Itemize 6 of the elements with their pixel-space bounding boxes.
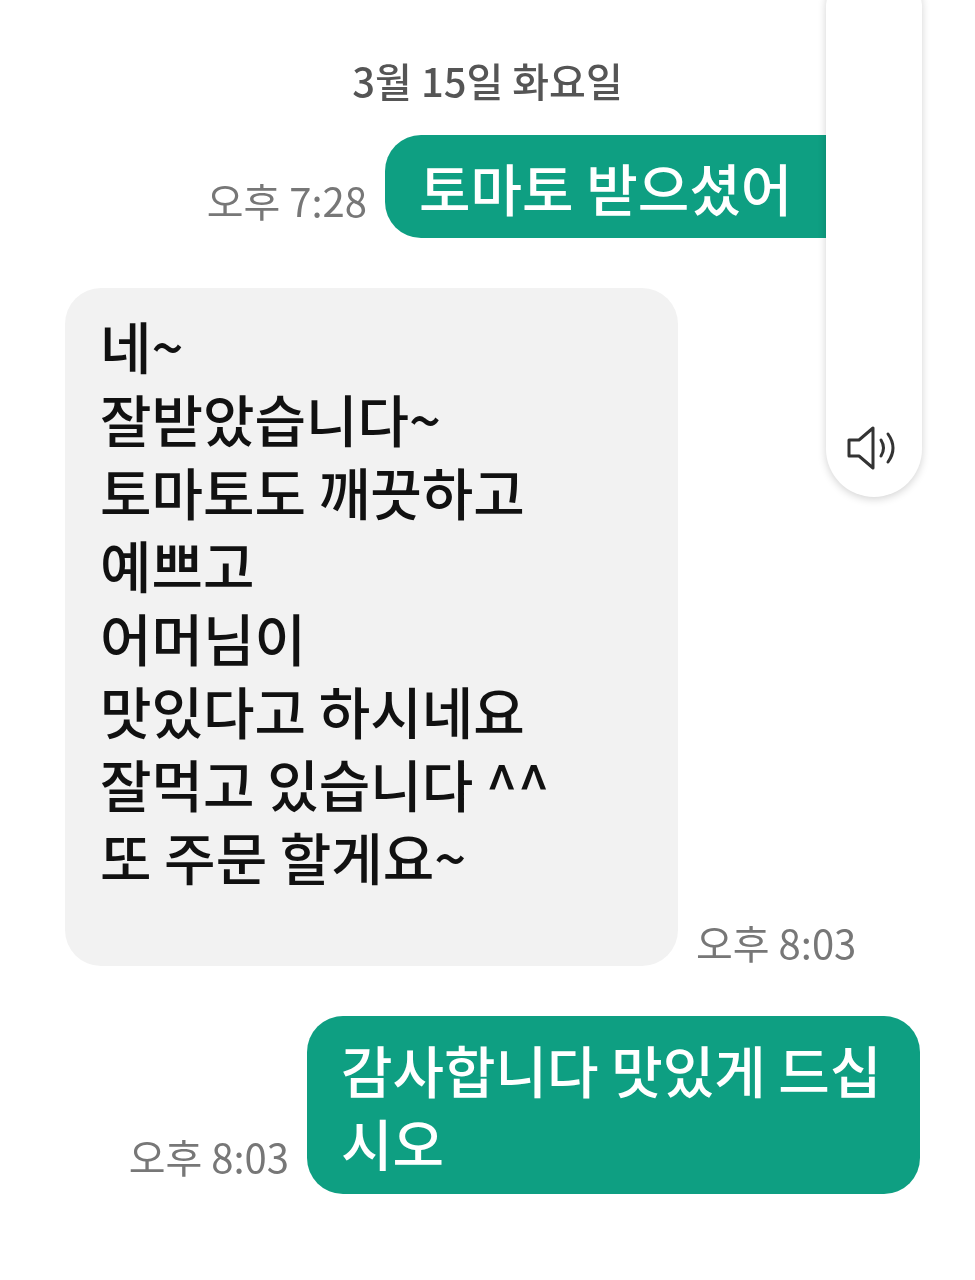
received-message: 네~ 잘받았습니다~ 토마토도 깨끗하고 예쁘고 어머님이 맛있다고 하시네요 잘먹고 있습니다 ^^ 또 주문 할게요~ xyxy=(65,288,678,966)
message-time: 오후 7:28 xyxy=(206,178,367,222)
message-time: 오후 8:03 xyxy=(128,1134,289,1178)
sent-message: 감사합니다 맛있게 드십시오 xyxy=(307,1016,920,1194)
message-time: 오후 8:03 xyxy=(696,920,857,964)
date-header: 3월 15일 화요일 xyxy=(351,50,624,105)
